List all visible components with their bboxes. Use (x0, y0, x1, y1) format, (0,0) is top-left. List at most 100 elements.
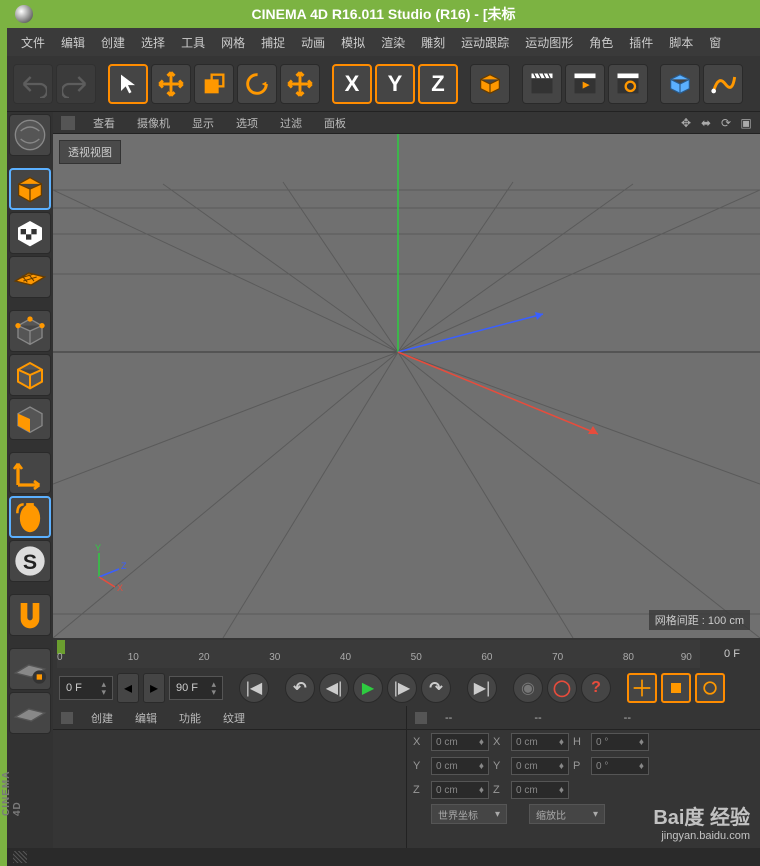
menu-window[interactable]: 窗 (701, 29, 729, 56)
viewport-3d[interactable]: 透视视图 Y Z X 网格间距 : 100 cm (53, 134, 760, 638)
svg-text:X: X (117, 583, 123, 593)
menu-edit[interactable]: 编辑 (53, 29, 93, 56)
menu-script[interactable]: 脚本 (661, 29, 701, 56)
range-prev-button[interactable]: ◂ (117, 673, 139, 703)
frame-end-input[interactable]: 90 F▴▾ (169, 676, 223, 700)
viewport-menu-panel[interactable]: 面板 (314, 112, 356, 134)
perspective-grid (53, 134, 760, 638)
status-grip-icon[interactable] (13, 851, 27, 863)
scale-mode-dropdown[interactable]: 缩放比▾ (529, 804, 605, 824)
menu-mograph[interactable]: 运动图形 (517, 29, 581, 56)
menu-tracker[interactable]: 运动跟踪 (453, 29, 517, 56)
render-view-button[interactable] (522, 64, 562, 104)
watermark: Bai度 经验 jingyan.baidu.com (653, 801, 750, 842)
pos-x-input[interactable]: 0 cm♦ (431, 733, 489, 751)
keyframe-options-button[interactable]: ? (581, 673, 611, 703)
menu-sculpt[interactable]: 雕刻 (413, 29, 453, 56)
menu-bar: 文件 编辑 创建 选择 工具 网格 捕捉 动画 模拟 渲染 雕刻 运动跟踪 运动… (7, 28, 760, 56)
render-settings-button[interactable] (608, 64, 648, 104)
undo-button[interactable] (13, 64, 53, 104)
size-y-input[interactable]: 0 cm♦ (511, 757, 569, 775)
panel-grip-icon[interactable] (415, 712, 427, 724)
rot-h-input[interactable]: 0 °♦ (591, 733, 649, 751)
viewport-menu-display[interactable]: 显示 (182, 112, 224, 134)
polygons-mode-button[interactable] (9, 398, 51, 440)
menu-tools[interactable]: 工具 (173, 29, 213, 56)
key-rot-button[interactable] (695, 673, 725, 703)
timeline-ruler[interactable]: 0 10 20 30 40 50 60 70 80 90 (57, 640, 700, 668)
prev-key-button[interactable]: ↶ (285, 673, 315, 703)
next-frame-button[interactable]: |▶ (387, 673, 417, 703)
scale-button[interactable] (194, 64, 234, 104)
y-axis-button[interactable]: Y (375, 64, 415, 104)
menu-plugins[interactable]: 插件 (621, 29, 661, 56)
autokey-button[interactable]: ◯ (547, 673, 577, 703)
prev-frame-button[interactable]: ◀| (319, 673, 349, 703)
menu-select[interactable]: 选择 (133, 29, 173, 56)
material-panel: 创建 编辑 功能 纹理 (53, 706, 407, 848)
pos-y-input[interactable]: 0 cm♦ (431, 757, 489, 775)
points-mode-button[interactable] (9, 310, 51, 352)
record-button[interactable]: ◉ (513, 673, 543, 703)
axis-button[interactable] (9, 452, 51, 494)
x-axis-button[interactable]: X (332, 64, 372, 104)
mat-menu-function[interactable]: 功能 (169, 707, 211, 729)
key-pos-button[interactable] (627, 673, 657, 703)
locked-workplane-button[interactable] (9, 648, 51, 690)
pos-z-input[interactable]: 0 cm♦ (431, 781, 489, 799)
viewport-solo-button[interactable] (9, 496, 51, 538)
range-next-button[interactable]: ▸ (143, 673, 165, 703)
viewport-nav-zoom-icon[interactable]: ⬌ (698, 115, 714, 131)
next-key-button[interactable]: ↷ (421, 673, 451, 703)
viewport-menu-options[interactable]: 选项 (226, 112, 268, 134)
rotate-button[interactable] (237, 64, 277, 104)
coord-system-dropdown[interactable]: 世界坐标▾ (431, 804, 507, 824)
rot-p-input[interactable]: 0 °♦ (591, 757, 649, 775)
workplane-button[interactable] (9, 256, 51, 298)
goto-end-button[interactable]: ▶| (467, 673, 497, 703)
mat-menu-edit[interactable]: 编辑 (125, 707, 167, 729)
brand-label: MAXON CINEMA 4D (0, 771, 23, 816)
menu-animate[interactable]: 动画 (293, 29, 333, 56)
viewport-menu-view[interactable]: 查看 (83, 112, 125, 134)
mat-menu-create[interactable]: 创建 (81, 707, 123, 729)
move-button[interactable] (151, 64, 191, 104)
workplane2-button[interactable] (9, 692, 51, 734)
menu-mesh[interactable]: 网格 (213, 29, 253, 56)
render-pv-button[interactable] (565, 64, 605, 104)
panel-grip-icon[interactable] (61, 712, 73, 724)
menu-character[interactable]: 角色 (581, 29, 621, 56)
live-select-button[interactable] (108, 64, 148, 104)
size-x-input[interactable]: 0 cm♦ (511, 733, 569, 751)
primitive-button[interactable] (660, 64, 700, 104)
size-z-input[interactable]: 0 cm♦ (511, 781, 569, 799)
edges-mode-button[interactable] (9, 354, 51, 396)
menu-snap[interactable]: 捕捉 (253, 29, 293, 56)
viewport-grip-icon[interactable] (61, 116, 75, 130)
frame-start-input[interactable]: 0 F▴▾ (59, 676, 113, 700)
viewport-menu-filter[interactable]: 过滤 (270, 112, 312, 134)
coord-system-button[interactable] (470, 64, 510, 104)
viewport-nav-move-icon[interactable]: ✥ (678, 115, 694, 131)
mat-menu-texture[interactable]: 纹理 (213, 707, 255, 729)
menu-create[interactable]: 创建 (93, 29, 133, 56)
menu-render[interactable]: 渲染 (373, 29, 413, 56)
spline-button[interactable] (703, 64, 743, 104)
viewport-nav-rotate-icon[interactable]: ⟳ (718, 115, 734, 131)
snap-s-button[interactable]: S (9, 540, 51, 582)
make-editable-button[interactable] (9, 114, 51, 156)
redo-button[interactable] (56, 64, 96, 104)
z-axis-button[interactable]: Z (418, 64, 458, 104)
play-button[interactable]: ▶ (353, 673, 383, 703)
magnet-button[interactable] (9, 594, 51, 636)
viewport-area: 查看 摄像机 显示 选项 过滤 面板 ✥ ⬌ ⟳ ▣ (53, 112, 760, 638)
viewport-menu-cameras[interactable]: 摄像机 (127, 112, 180, 134)
texture-mode-button[interactable] (9, 212, 51, 254)
menu-file[interactable]: 文件 (13, 29, 53, 56)
goto-start-button[interactable]: |◀ (239, 673, 269, 703)
model-mode-button[interactable] (9, 168, 51, 210)
last-tool-button[interactable] (280, 64, 320, 104)
menu-simulate[interactable]: 模拟 (333, 29, 373, 56)
viewport-toggle-icon[interactable]: ▣ (738, 115, 754, 131)
key-scale-button[interactable] (661, 673, 691, 703)
